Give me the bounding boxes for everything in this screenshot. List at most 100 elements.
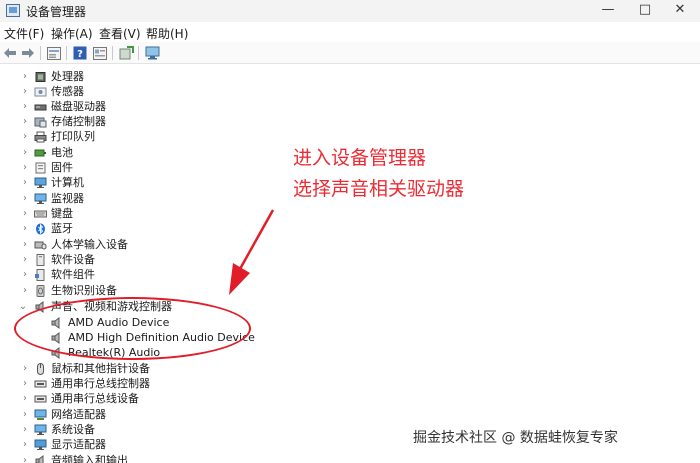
annotation-line-1: 进入设备管理器 xyxy=(293,147,427,169)
tree-node-software-component[interactable]: › 软件组件 xyxy=(20,267,220,282)
usb-device-icon xyxy=(34,395,47,403)
chevron-right-icon[interactable]: › xyxy=(20,391,30,406)
maximize-icon[interactable]: □ xyxy=(625,0,665,22)
minimize-icon[interactable]: — xyxy=(588,0,628,22)
bluetooth-icon xyxy=(36,223,45,235)
tree-node-bluetooth[interactable]: › 蓝牙 xyxy=(20,221,220,236)
software-component-icon xyxy=(35,269,45,281)
tree-node-label: 音频输入和输出 xyxy=(51,454,128,463)
storage-controller-icon xyxy=(34,117,47,128)
system-device-icon xyxy=(34,424,47,435)
tree-node-label: 处理器 xyxy=(51,70,84,83)
tree-node-firmware[interactable]: › 固件 xyxy=(20,160,220,175)
toolbar-separator xyxy=(112,46,113,60)
chevron-right-icon[interactable]: › xyxy=(20,99,30,114)
tree-node-software-device[interactable]: › 软件设备 xyxy=(20,252,220,267)
tree-node-label: 通用串行总线控制器 xyxy=(51,377,150,390)
printer-icon xyxy=(34,131,47,143)
tree-node-keyboard[interactable]: › 键盘 xyxy=(20,206,220,221)
tree-node-label: 通用串行总线设备 xyxy=(51,392,139,405)
tree-node-usb-controller[interactable]: › 通用串行总线控制器 xyxy=(20,376,220,391)
tree-node-label: 键盘 xyxy=(51,207,73,220)
highlight-ellipse xyxy=(14,297,251,360)
chevron-right-icon[interactable]: › xyxy=(20,129,30,144)
chevron-right-icon[interactable]: › xyxy=(20,114,30,129)
firmware-icon xyxy=(35,162,46,174)
processor-icon xyxy=(35,72,46,82)
chevron-down-icon[interactable]: ⌄ xyxy=(18,299,28,314)
tree-node-network-adapter[interactable]: › 网络适配器 xyxy=(20,407,220,422)
tree-node-disk-drive[interactable]: › 磁盘驱动器 xyxy=(20,99,220,114)
menu-file[interactable]: 文件(F) xyxy=(4,25,44,42)
chevron-right-icon[interactable]: › xyxy=(20,237,30,252)
chevron-right-icon[interactable]: › xyxy=(20,221,30,236)
chevron-right-icon[interactable]: › xyxy=(20,175,30,190)
chevron-right-icon[interactable]: › xyxy=(20,283,30,298)
keyboard-icon xyxy=(34,210,47,218)
chevron-right-icon[interactable]: › xyxy=(20,267,30,282)
chevron-right-icon[interactable]: › xyxy=(20,361,30,376)
toolbar-separator xyxy=(40,46,41,60)
usb-controller-icon xyxy=(34,380,47,388)
annotation-arrow-icon xyxy=(229,209,275,295)
chevron-right-icon[interactable]: › xyxy=(20,252,30,267)
tree-node-label: 传感器 xyxy=(51,85,84,98)
chevron-right-icon[interactable]: › xyxy=(20,160,30,175)
tree-node-mouse[interactable]: › 鼠标和其他指针设备 xyxy=(20,361,220,376)
chevron-right-icon[interactable]: › xyxy=(20,145,30,160)
tree-node-computer[interactable]: › 计算机 xyxy=(20,175,220,190)
display-adapter-icon xyxy=(34,439,47,450)
menu-view[interactable]: 查看(V) xyxy=(99,25,141,42)
menu-action[interactable]: 操作(A) xyxy=(51,25,93,42)
tree-node-battery[interactable]: › 电池 xyxy=(20,145,220,160)
tree-node-biometric[interactable]: › 生物识别设备 xyxy=(20,283,220,298)
help-icon[interactable]: ? xyxy=(72,45,88,61)
tree-node-storage-controller[interactable]: › 存储控制器 xyxy=(20,114,220,129)
chevron-right-icon[interactable]: › xyxy=(20,206,30,221)
hid-icon xyxy=(34,241,47,250)
watermark: 掘金技术社区 @ 数据蛙恢复专家 xyxy=(413,430,618,446)
tree-node-label: 软件设备 xyxy=(51,253,95,266)
back-arrow-icon[interactable] xyxy=(2,45,18,61)
tree-node-display-adapter[interactable]: › 显示适配器 xyxy=(20,437,220,452)
audio-io-icon xyxy=(35,455,44,463)
update-driver-icon[interactable] xyxy=(118,45,134,61)
window-title: 设备管理器 xyxy=(26,5,87,19)
tree-node-system-device[interactable]: › 系统设备 xyxy=(20,422,220,437)
chevron-right-icon[interactable]: › xyxy=(20,422,30,437)
properties-icon[interactable] xyxy=(46,45,62,61)
tree-node-hid[interactable]: › 人体学输入设备 xyxy=(20,237,220,252)
tree-node-label: 计算机 xyxy=(51,176,84,189)
tree-node-print-queue[interactable]: › 打印队列 xyxy=(20,129,220,144)
tree-node-sensor[interactable]: › 传感器 xyxy=(20,84,220,99)
battery-icon xyxy=(34,149,46,157)
network-adapter-icon xyxy=(34,409,47,420)
tree-node-label: 网络适配器 xyxy=(51,408,106,421)
chevron-right-icon[interactable]: › xyxy=(20,437,30,452)
sensor-icon xyxy=(34,87,47,97)
close-icon[interactable]: ✕ xyxy=(660,0,700,22)
device-list-icon[interactable] xyxy=(92,45,108,61)
tree-node-label: 监视器 xyxy=(51,192,84,205)
biometric-icon xyxy=(36,285,45,297)
computer-icon xyxy=(34,177,47,188)
tree-node-label: 鼠标和其他指针设备 xyxy=(51,362,150,375)
tree-node-processor[interactable]: › 处理器 xyxy=(20,69,220,84)
tree-node-label: 打印队列 xyxy=(51,130,95,143)
scan-hardware-icon[interactable] xyxy=(144,45,160,61)
menu-help[interactable]: 帮助(H) xyxy=(146,25,188,42)
chevron-right-icon[interactable]: › xyxy=(20,376,30,391)
tree-node-monitor[interactable]: › 监视器 xyxy=(20,191,220,206)
chevron-right-icon[interactable]: › xyxy=(20,84,30,99)
tree-node-label: 电池 xyxy=(51,146,73,159)
chevron-right-icon[interactable]: › xyxy=(20,191,30,206)
chevron-right-icon[interactable]: › xyxy=(20,69,30,84)
tree-node-usb-device[interactable]: › 通用串行总线设备 xyxy=(20,391,220,406)
chevron-right-icon[interactable]: › xyxy=(20,453,30,463)
forward-arrow-icon[interactable] xyxy=(20,45,36,61)
title-bar: 设备管理器 — □ ✕ xyxy=(0,0,700,22)
toolbar: ? xyxy=(0,42,700,64)
chevron-right-icon[interactable]: › xyxy=(20,407,30,422)
tree-node-label: 磁盘驱动器 xyxy=(51,100,106,113)
tree-node-audio-io[interactable]: › 音频输入和输出 xyxy=(20,453,220,463)
